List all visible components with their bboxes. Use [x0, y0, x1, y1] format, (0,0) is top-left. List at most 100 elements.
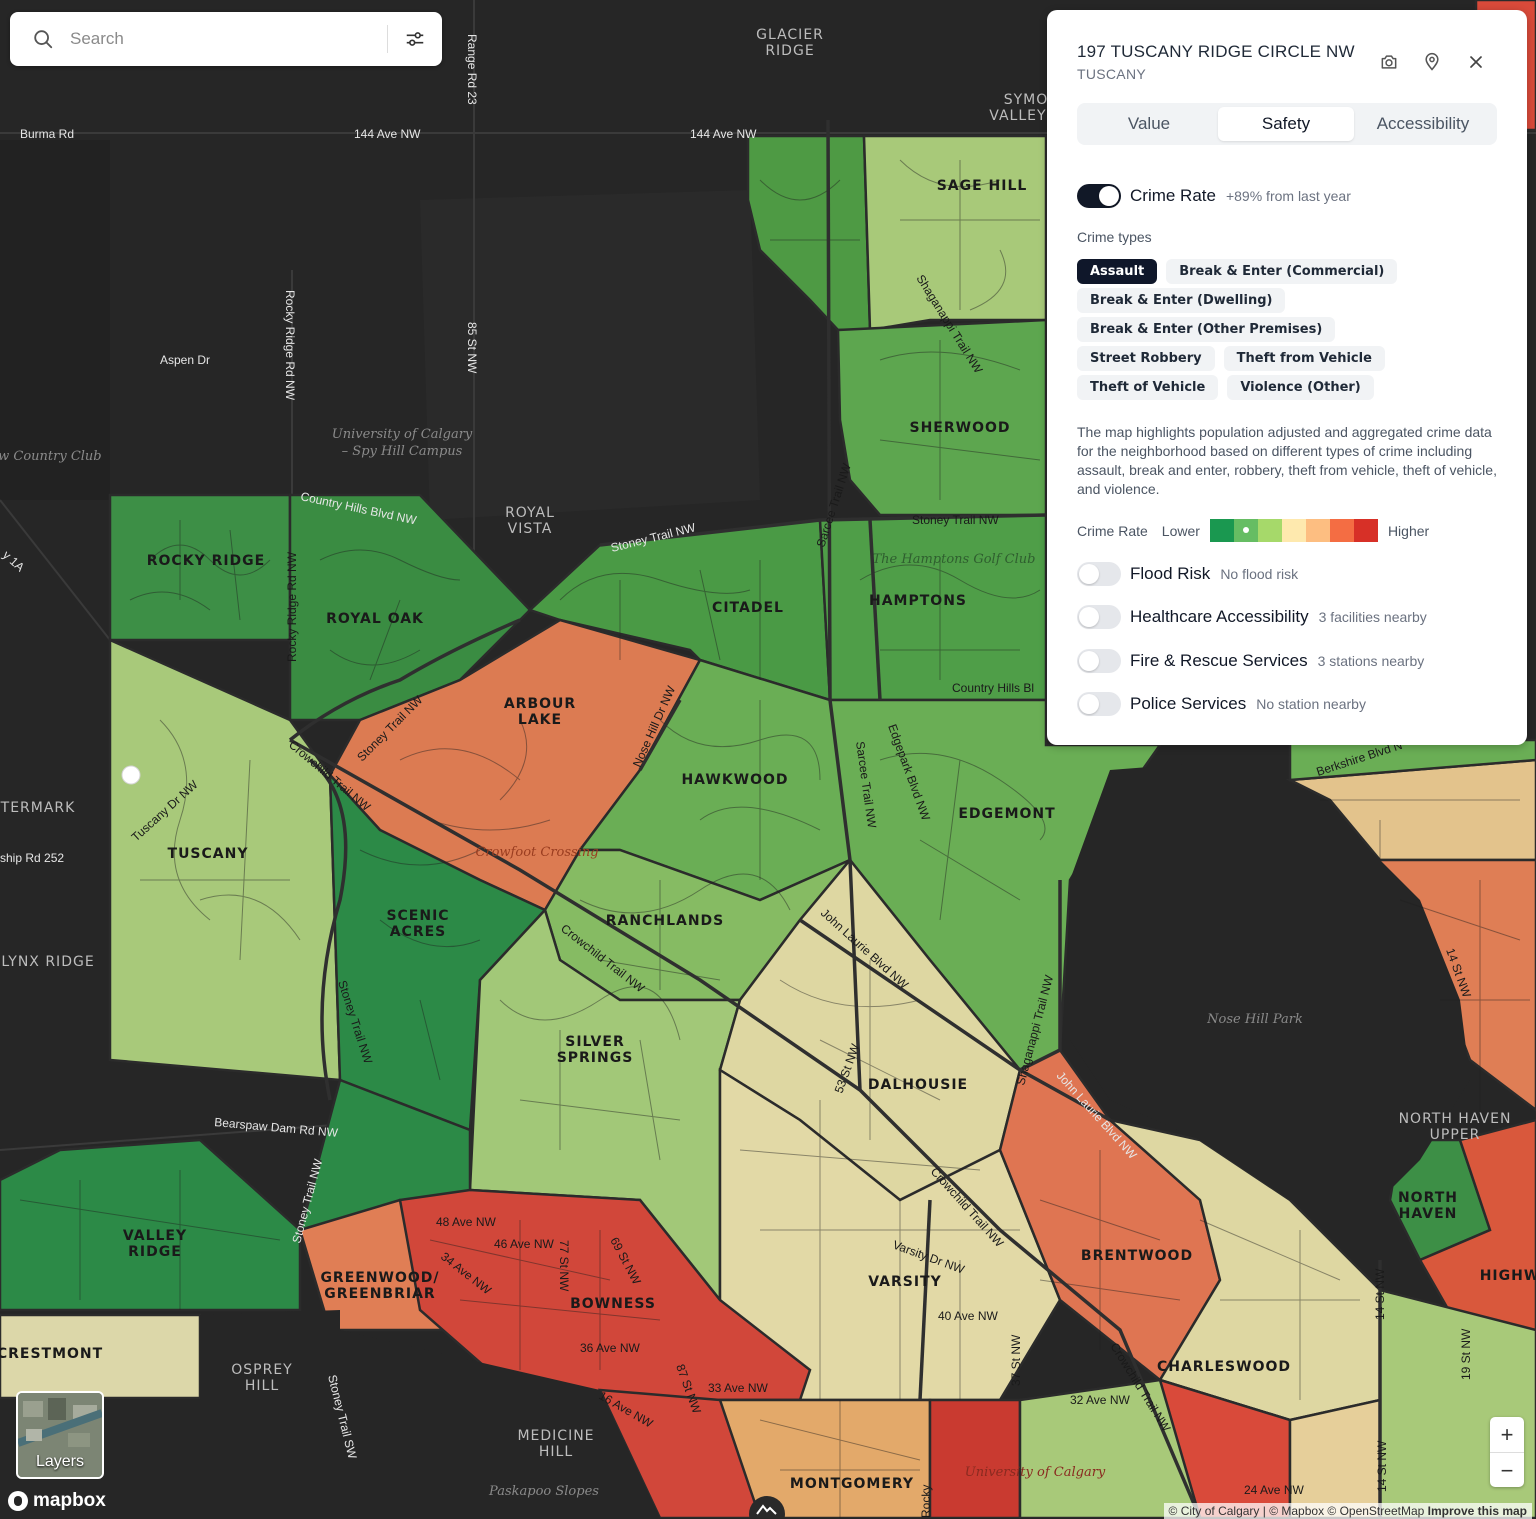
legend-swatch-5 — [1305, 519, 1330, 542]
label-sage-hill: SAGE HILL — [937, 178, 1028, 194]
legend-swatch-3 — [1257, 519, 1282, 542]
flood-risk-label: Flood Risk — [1130, 564, 1211, 583]
property-address: 197 TUSCANY RIDGE CIRCLE NW — [1077, 42, 1355, 61]
road-46ave: 46 Ave NW — [494, 1237, 554, 1251]
location-pin-icon[interactable] — [1422, 52, 1442, 72]
label-osprey: OSPREY — [231, 1362, 292, 1378]
healthcare-toggle[interactable] — [1077, 605, 1121, 629]
road-36ave: 36 Ave NW — [580, 1341, 640, 1355]
label-north-haven-upper-1: NORTH HAVEN — [1399, 1111, 1512, 1127]
chip-theft-from-vehicle[interactable]: Theft from Vehicle — [1223, 346, 1385, 371]
legend-swatch-7 — [1353, 519, 1378, 542]
label-dalhousie: DALHOUSIE — [868, 1077, 968, 1093]
safety-description: The map highlights population adjusted a… — [1077, 424, 1497, 497]
flood-risk-note: No flood risk — [1220, 566, 1299, 582]
chip-break-enter-other[interactable]: Break & Enter (Other Premises) — [1077, 317, 1336, 342]
label-montgomery: MONTGOMERY — [790, 1476, 914, 1492]
legend-low-label: Lower — [1161, 522, 1200, 539]
label-nose-hill-park: Nose Hill Park — [1206, 1012, 1303, 1027]
chip-theft-of-vehicle[interactable]: Theft of Vehicle — [1077, 375, 1219, 400]
property-neighborhood: TUSCANY — [1077, 66, 1146, 82]
tab-safety[interactable]: Safety — [1218, 107, 1354, 141]
label-highwood: HIGHW — [1480, 1268, 1536, 1284]
road-48ave: 48 Ave NW — [436, 1215, 496, 1229]
tab-value[interactable]: Value — [1081, 107, 1217, 141]
fire-rescue-label: Fire & Rescue Services — [1130, 651, 1308, 670]
police-toggle[interactable] — [1077, 692, 1121, 716]
label-ranchlands: RANCHLANDS — [606, 913, 725, 929]
label-sherwood: SHERWOOD — [909, 420, 1010, 436]
label-royal-oak: ROYAL OAK — [326, 611, 424, 627]
police-row: Police Services No station nearby — [1077, 692, 1366, 716]
filter-sliders-icon[interactable] — [404, 28, 426, 50]
attribution-text[interactable]: © City of Calgary | © Mapbox © OpenStree… — [1169, 1504, 1425, 1518]
search-bar — [10, 12, 442, 66]
road-township-252: ship Rd 252 — [0, 851, 64, 865]
legend-swatch-1 — [1209, 519, 1234, 542]
chip-break-enter-dwelling[interactable]: Break & Enter (Dwelling) — [1077, 288, 1286, 313]
chip-violence-other[interactable]: Violence (Other) — [1227, 375, 1374, 400]
legend-swatch-2 — [1233, 519, 1258, 542]
zone-east-tan — [1288, 1398, 1382, 1518]
label-haven: HAVEN — [1399, 1206, 1458, 1222]
chip-street-robbery[interactable]: Street Robbery — [1077, 346, 1215, 371]
label-glacier-ridge: RIDGE — [765, 43, 814, 59]
zoom-in-button[interactable]: + — [1490, 1417, 1524, 1452]
label-edgemont: EDGEMONT — [958, 806, 1055, 822]
flood-risk-toggle[interactable] — [1077, 562, 1121, 586]
police-label: Police Services — [1130, 694, 1247, 713]
legend-current-marker — [1242, 527, 1249, 533]
healthcare-label: Healthcare Accessibility — [1130, 607, 1309, 626]
search-input[interactable] — [68, 28, 372, 50]
road-range23: Range Rd 23 — [465, 34, 479, 105]
road-19st: 19 St NW — [1459, 1328, 1473, 1380]
label-citadel: CITADEL — [712, 600, 784, 616]
search-icon — [34, 30, 53, 49]
label-ridge: RIDGE — [128, 1244, 182, 1260]
zone-sage-hill — [862, 134, 1048, 332]
layers-button[interactable]: Layers — [16, 1391, 104, 1479]
label-lake: LAKE — [518, 712, 562, 728]
road-85st: 85 St NW — [465, 322, 479, 374]
label-rocky-ridge: ROCKY RIDGE — [147, 553, 265, 569]
mapbox-logo-icon — [8, 1491, 28, 1511]
label-acres: ACRES — [390, 924, 447, 940]
mapbox-logo[interactable]: mapbox — [8, 1490, 106, 1512]
label-uofc-spy-hill-2: – Spy Hill Campus — [342, 444, 463, 459]
tab-accessibility[interactable]: Accessibility — [1355, 107, 1491, 141]
flood-risk-row: Flood Risk No flood risk — [1077, 562, 1298, 586]
healthcare-note: 3 facilities nearby — [1318, 609, 1427, 625]
label-royal: ROYAL — [505, 505, 555, 521]
label-tuscany: TUSCANY — [168, 846, 249, 862]
legend-color-ramp — [1209, 519, 1378, 542]
improve-map-link[interactable]: Improve this map — [1428, 1504, 1527, 1518]
legend-high-label: Higher — [1387, 522, 1430, 539]
label-scenic: SCENIC — [386, 908, 449, 924]
mapbox-logo-text: mapbox — [33, 1490, 106, 1511]
road-14st-3: 14 St NW — [1375, 1440, 1389, 1492]
road-rocky-bottom: Rocky — [919, 1485, 933, 1518]
road-rocky-ridge-1: Rocky Ridge Rd NW — [283, 290, 297, 401]
road-stoney-2: Stoney Trail NW — [912, 513, 999, 527]
label-varsity: VARSITY — [868, 1274, 941, 1290]
property-marker — [121, 765, 141, 785]
chip-assault[interactable]: Assault — [1077, 259, 1158, 284]
label-medicine: MEDICINE — [517, 1428, 594, 1444]
label-uofc-spy-hill: University of Calgary — [332, 427, 473, 442]
legend-swatch-4 — [1281, 519, 1306, 542]
label-greenwood: GREENWOOD/ — [320, 1270, 439, 1286]
label-hawkwood: HAWKWOOD — [681, 772, 788, 788]
fire-rescue-row: Fire & Rescue Services 3 stations nearby — [1077, 649, 1424, 673]
fire-rescue-toggle[interactable] — [1077, 649, 1121, 673]
road-country-hills-2: Country Hills Bl — [952, 681, 1034, 695]
label-uofc: University of Calgary — [965, 1465, 1106, 1480]
label-hamptons: HAMPTONS — [869, 593, 967, 609]
zoom-out-button[interactable]: − — [1490, 1452, 1524, 1488]
crime-rate-toggle[interactable] — [1077, 184, 1121, 208]
camera-icon[interactable] — [1379, 52, 1399, 72]
close-icon[interactable] — [1466, 52, 1486, 72]
road-aspen: Aspen Dr — [160, 353, 210, 367]
road-37st: 37 St NW — [1009, 1334, 1023, 1386]
chip-break-enter-commercial[interactable]: Break & Enter (Commercial) — [1166, 259, 1398, 284]
label-glacier: GLACIER — [756, 27, 824, 43]
